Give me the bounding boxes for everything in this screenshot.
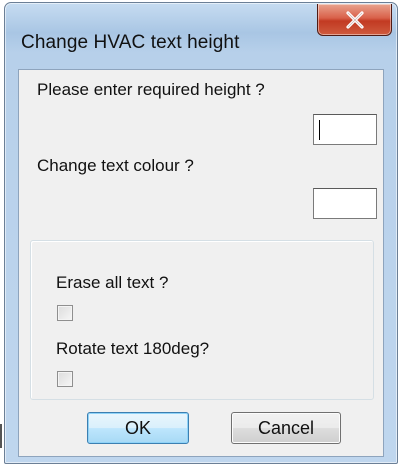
dialog-body: Please enter required height ? Change te… [18, 69, 384, 457]
height-input[interactable] [313, 114, 377, 145]
colour-prompt-label: Change text colour ? [37, 156, 194, 175]
close-button[interactable] [317, 4, 392, 36]
close-x-icon [346, 11, 364, 29]
erase-text-checkbox[interactable] [57, 305, 73, 321]
rotate-text-label: Rotate text 180deg? [56, 339, 210, 358]
erase-text-label: Erase all text ? [56, 273, 169, 292]
screen-edge-artifact [0, 424, 2, 448]
dialog-window: Change HVAC text height Please enter req… [4, 2, 398, 464]
rotate-text-checkbox[interactable] [57, 371, 73, 387]
title-bar[interactable]: Change HVAC text height [5, 3, 397, 59]
height-prompt-label: Please enter required height ? [37, 80, 265, 99]
colour-input[interactable] [313, 188, 377, 219]
cancel-button[interactable]: Cancel [231, 412, 341, 444]
text-caret [319, 120, 320, 140]
window-title: Change HVAC text height [21, 32, 240, 53]
options-group: Erase all text ? Rotate text 180deg? [30, 240, 374, 400]
ok-button[interactable]: OK [87, 412, 189, 444]
